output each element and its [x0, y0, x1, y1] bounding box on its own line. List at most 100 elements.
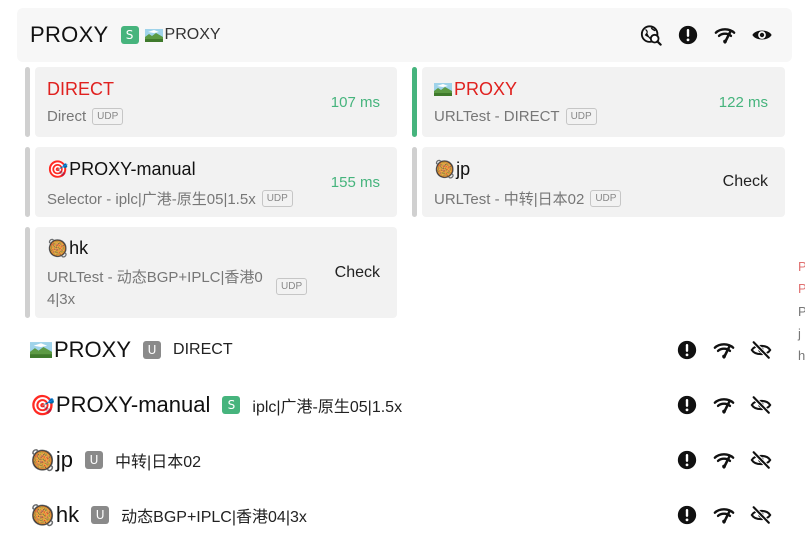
group-row-proxy[interactable]: PROXY U DIRECT	[30, 333, 775, 367]
card-type-label: URLTest - 中转|日本02	[434, 191, 585, 208]
alert-icon[interactable]	[675, 503, 698, 526]
alert-icon[interactable]	[675, 448, 698, 471]
alert-icon[interactable]	[675, 393, 698, 416]
proxy-card-direct[interactable]: DIRECT Direct UDP 107 ms	[25, 67, 397, 137]
clipped-edge-text: j	[798, 326, 801, 341]
delay-value[interactable]: 107 ms	[331, 94, 380, 111]
group-now-selection: 动态BGP+IPLC|香港04|3x	[121, 509, 307, 526]
card-type: Selector - iplc|广港-原生05|1.5x UDP	[47, 188, 293, 209]
card-type-line2: 4|3x	[47, 291, 76, 308]
group-type-badge: S	[120, 26, 139, 44]
proxy-card-jp[interactable]: 🥘 jp URLTest - 中转|日本02 UDP Check	[412, 147, 785, 217]
card-status-bar	[25, 227, 30, 318]
group-name-label: PROXY-manual	[55, 392, 211, 417]
target-icon: 🎯	[30, 394, 55, 417]
group-actions	[675, 393, 772, 416]
card-status-bar	[25, 67, 30, 137]
group-title: PROXY	[30, 22, 109, 47]
group-name-label: PROXY	[54, 337, 132, 362]
eye-off-icon[interactable]	[749, 503, 772, 526]
group-type-badge: U	[143, 341, 162, 359]
card-name-label: jp	[456, 159, 471, 179]
card-type: Direct UDP	[47, 108, 124, 125]
group-name-label: jp	[55, 447, 74, 472]
proxy-card-hk[interactable]: 🥘 hk URLTest - 动态BGP+IPLC|香港0 4|3x UDP C…	[25, 227, 397, 318]
bowl-icon: 🥘	[30, 504, 55, 527]
card-name-label: PROXY	[454, 79, 518, 99]
card-type-label: Selector - iplc|广港-原生05|1.5x	[47, 191, 256, 208]
header-actions	[639, 23, 773, 46]
udp-badge: UDP	[590, 190, 622, 207]
group-now-label: PROXY	[164, 26, 221, 43]
globe-search-icon[interactable]	[639, 23, 662, 46]
group-name: 🥘 hk	[30, 502, 79, 528]
card-type: URLTest - 动态BGP+IPLC|香港0 4|3x	[47, 267, 277, 311]
group-type-badge: U	[85, 451, 104, 469]
flag-icon	[434, 83, 452, 96]
card-name: 🎯 PROXY-manual	[47, 159, 196, 180]
card-name: 🥘 hk	[47, 238, 88, 259]
group-name-label: hk	[55, 502, 80, 527]
clipped-edge-text: P	[798, 304, 805, 319]
udp-badge: UDP	[276, 278, 308, 295]
group-type-badge: S	[222, 396, 241, 414]
group-now-selection: PROXY	[145, 26, 221, 44]
current-group-header[interactable]: PROXY S PROXY	[17, 8, 792, 62]
card-status-bar	[25, 147, 30, 217]
card-name: DIRECT	[47, 79, 114, 99]
bowl-icon: 🥘	[30, 449, 55, 472]
group-row-proxy-manual[interactable]: 🎯 PROXY-manual S iplc|广港-原生05|1.5x	[30, 388, 775, 422]
alert-icon[interactable]	[675, 338, 698, 361]
group-now-selection: iplc|广港-原生05|1.5x	[252, 399, 403, 416]
udp-badge: UDP	[92, 108, 124, 125]
clipped-edge-text: h	[798, 348, 805, 363]
group-actions	[675, 503, 772, 526]
card-name-label: hk	[69, 238, 89, 258]
wifi-speed-icon[interactable]	[713, 23, 736, 46]
group-name: 🥘 jp	[30, 447, 73, 473]
alert-icon[interactable]	[676, 23, 699, 46]
card-type-label: Direct	[47, 108, 87, 125]
group-name: PROXY	[30, 337, 131, 363]
card-name-label: PROXY-manual	[69, 159, 196, 179]
card-name: 🥘 jp	[434, 159, 470, 180]
eye-off-icon[interactable]	[749, 393, 772, 416]
card-type: URLTest - DIRECT UDP	[434, 108, 597, 125]
card-name: PROXY	[434, 79, 517, 100]
wifi-speed-icon[interactable]	[712, 448, 735, 471]
target-icon: 🎯	[47, 159, 69, 179]
wifi-speed-icon[interactable]	[712, 338, 735, 361]
delay-value[interactable]: 155 ms	[331, 174, 380, 191]
udp-badge: UDP	[261, 190, 293, 207]
eye-off-icon[interactable]	[749, 448, 772, 471]
group-row-jp[interactable]: 🥘 jp U 中转|日本02	[30, 443, 775, 477]
group-type-badge: U	[91, 506, 110, 524]
group-now-selection: 中转|日本02	[115, 454, 201, 471]
card-type-line1: URLTest - 动态BGP+IPLC|香港0	[47, 269, 263, 286]
card-active-bar	[412, 67, 417, 137]
clipped-edge-text: P	[798, 281, 805, 296]
wifi-speed-icon[interactable]	[712, 393, 735, 416]
group-now-selection: DIRECT	[173, 341, 233, 358]
clipped-edge-text: P	[798, 259, 805, 274]
bowl-icon: 🥘	[434, 159, 456, 179]
flag-icon	[145, 29, 163, 42]
group-name: 🎯 PROXY-manual	[30, 392, 210, 418]
eye-icon[interactable]	[750, 23, 773, 46]
bowl-icon: 🥘	[47, 238, 69, 258]
delay-value[interactable]: 122 ms	[719, 94, 768, 111]
card-status-bar	[412, 147, 417, 217]
udp-badge: UDP	[565, 108, 597, 125]
eye-off-icon[interactable]	[749, 338, 772, 361]
check-button[interactable]: Check	[335, 264, 380, 282]
check-button[interactable]: Check	[723, 173, 768, 191]
card-type: URLTest - 中转|日本02 UDP	[434, 188, 622, 209]
group-actions	[675, 338, 772, 361]
proxy-card-proxy-manual[interactable]: 🎯 PROXY-manual Selector - iplc|广港-原生05|1…	[25, 147, 397, 217]
card-type-label: URLTest - DIRECT	[434, 108, 560, 125]
group-actions	[675, 448, 772, 471]
wifi-speed-icon[interactable]	[712, 503, 735, 526]
group-row-hk[interactable]: 🥘 hk U 动态BGP+IPLC|香港04|3x	[30, 498, 775, 532]
proxy-card-proxy[interactable]: PROXY URLTest - DIRECT UDP 122 ms	[412, 67, 785, 137]
flag-icon	[30, 342, 52, 358]
